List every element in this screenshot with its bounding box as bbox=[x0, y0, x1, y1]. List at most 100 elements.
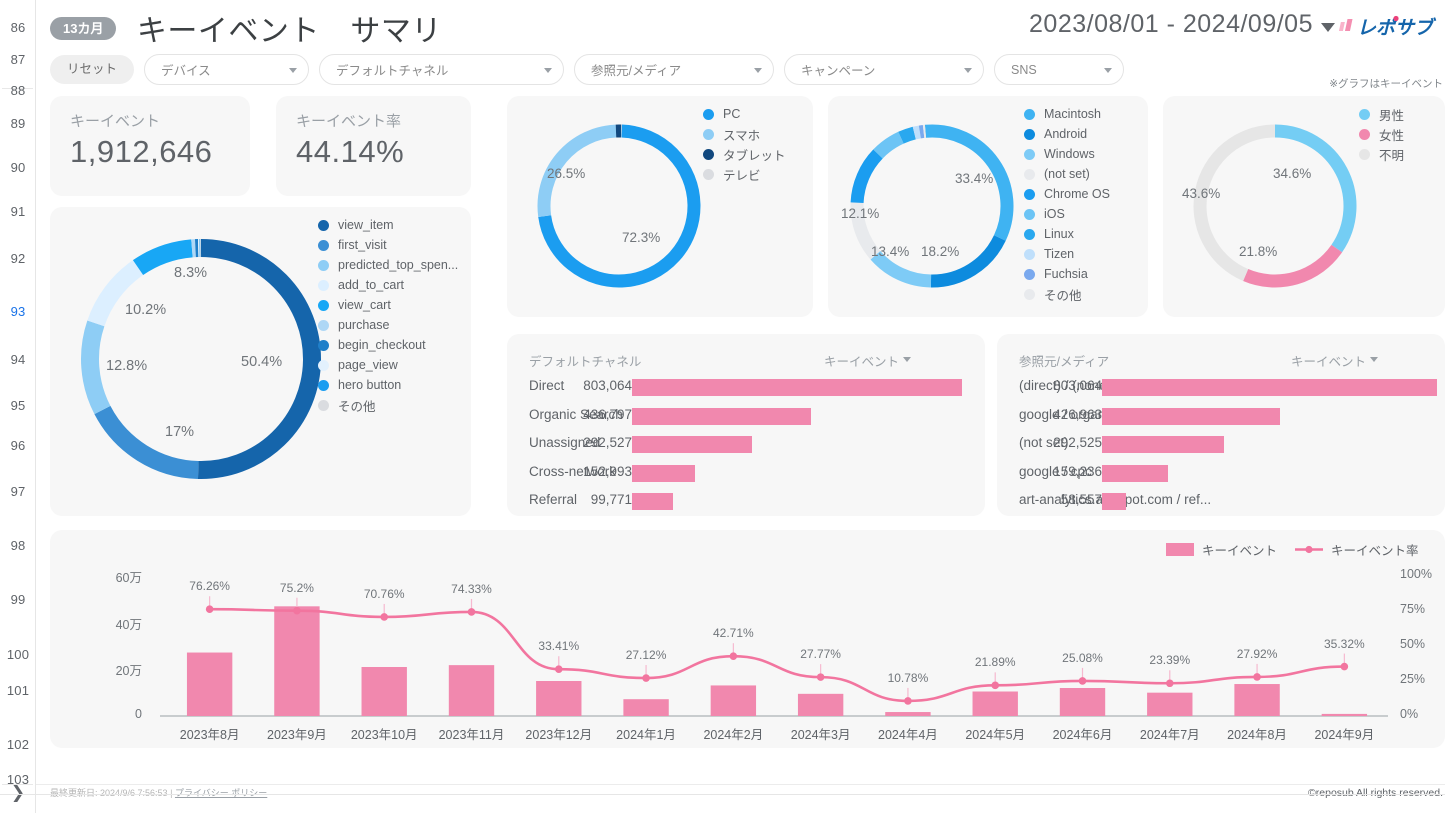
filter-bar: リセット デバイス デフォルトチャネル 参照元/メディア キャンペーン SNS bbox=[50, 54, 1124, 85]
row-number-label: 86 bbox=[11, 20, 26, 35]
line-data-point[interactable] bbox=[206, 605, 214, 613]
filter-source-medium[interactable]: 参照元/メディア bbox=[574, 54, 774, 85]
chart-bar[interactable] bbox=[1234, 684, 1279, 716]
row-number[interactable]: 91 bbox=[0, 204, 36, 219]
chart-bar[interactable] bbox=[973, 692, 1018, 717]
donut-slice[interactable] bbox=[901, 133, 914, 138]
donut-slice[interactable] bbox=[90, 323, 102, 410]
table-column-metric[interactable]: キーイベント bbox=[824, 351, 899, 370]
row-number[interactable]: 98 bbox=[0, 538, 36, 553]
legend-item[interactable]: その他 bbox=[1024, 284, 1110, 304]
chart-bar[interactable] bbox=[362, 667, 407, 716]
chart-bar[interactable] bbox=[536, 681, 581, 716]
legend-item[interactable]: page_view bbox=[318, 355, 458, 375]
legend-item[interactable]: Android bbox=[1024, 124, 1110, 144]
row-number[interactable]: 94 bbox=[0, 352, 36, 367]
donut-slice[interactable] bbox=[1275, 131, 1350, 249]
row-number[interactable]: 102 bbox=[0, 737, 36, 752]
os-legend: MacintoshAndroidWindows(not set)Chrome O… bbox=[1024, 104, 1110, 304]
chart-bar[interactable] bbox=[1147, 693, 1192, 716]
legend-item[interactable]: view_cart bbox=[318, 295, 458, 315]
legend-item[interactable]: predicted_top_spen... bbox=[318, 255, 458, 275]
device-donut[interactable] bbox=[529, 114, 709, 299]
date-range-selector[interactable]: 2023/08/01 - 2024/09/05 bbox=[1029, 10, 1313, 39]
row-number[interactable]: 95 bbox=[0, 398, 36, 413]
chevron-right-icon[interactable]: ❯ bbox=[0, 783, 36, 803]
filter-sns[interactable]: SNS bbox=[994, 54, 1124, 85]
line-data-point[interactable] bbox=[904, 697, 912, 705]
legend-item[interactable]: タブレット bbox=[703, 144, 786, 164]
row-number[interactable]: 96 bbox=[0, 438, 36, 453]
legend-item[interactable]: begin_checkout bbox=[318, 335, 458, 355]
line-data-point[interactable] bbox=[1166, 679, 1174, 687]
legend-item[interactable]: スマホ bbox=[703, 124, 786, 144]
legend-item[interactable]: テレビ bbox=[703, 164, 786, 184]
line-data-point[interactable] bbox=[555, 665, 563, 673]
line-data-point[interactable] bbox=[1341, 663, 1349, 671]
line-data-point[interactable] bbox=[1253, 673, 1261, 681]
legend-item[interactable]: hero button bbox=[318, 375, 458, 395]
legend-item[interactable]: first_visit bbox=[318, 235, 458, 255]
chevron-down-icon[interactable] bbox=[1321, 23, 1335, 32]
legend-item[interactable]: add_to_cart bbox=[318, 275, 458, 295]
legend-item[interactable]: (not set) bbox=[1024, 164, 1110, 184]
chart-bar[interactable] bbox=[885, 712, 930, 716]
legend-item[interactable]: Chrome OS bbox=[1024, 184, 1110, 204]
chart-bar[interactable] bbox=[449, 665, 494, 716]
gender-donut[interactable] bbox=[1185, 114, 1365, 299]
legend-item[interactable]: 男性 bbox=[1359, 104, 1404, 124]
filter-device[interactable]: デバイス bbox=[144, 54, 309, 85]
donut-slice[interactable] bbox=[920, 131, 924, 132]
row-number[interactable]: 100 bbox=[0, 647, 36, 662]
legend-item[interactable]: Fuchsia bbox=[1024, 264, 1110, 284]
reset-button[interactable]: リセット bbox=[50, 55, 134, 84]
row-number[interactable]: 101 bbox=[0, 683, 36, 698]
row-number[interactable]: 97 bbox=[0, 484, 36, 499]
line-data-point[interactable] bbox=[991, 682, 999, 690]
legend-item[interactable]: Tizen bbox=[1024, 244, 1110, 264]
line-data-point[interactable] bbox=[730, 652, 738, 660]
legend-item[interactable]: Linux bbox=[1024, 224, 1110, 244]
chart-bar[interactable] bbox=[798, 694, 843, 716]
row-number[interactable]: 89 bbox=[0, 116, 36, 131]
legend-item[interactable]: purchase bbox=[318, 315, 458, 335]
row-number[interactable]: 90 bbox=[0, 160, 36, 175]
legend-item[interactable]: Macintosh bbox=[1024, 104, 1110, 124]
legend-item[interactable]: 不明 bbox=[1359, 144, 1404, 164]
row-number[interactable]: 86 bbox=[0, 20, 36, 35]
chart-bar[interactable] bbox=[711, 685, 756, 716]
legend-item[interactable]: Windows bbox=[1024, 144, 1110, 164]
legend-item[interactable]: 女性 bbox=[1359, 124, 1404, 144]
row-number[interactable]: 92 bbox=[0, 251, 36, 266]
row-number[interactable]: 99 bbox=[0, 592, 36, 607]
line-data-point[interactable] bbox=[380, 613, 388, 621]
chart-bar[interactable] bbox=[187, 653, 232, 716]
privacy-policy-link[interactable]: プライバシー ポリシー bbox=[175, 788, 267, 798]
legend-item[interactable]: view_item bbox=[318, 215, 458, 235]
row-number[interactable]: 93 bbox=[0, 304, 36, 319]
donut-slice[interactable] bbox=[914, 132, 920, 133]
sort-caret-icon[interactable] bbox=[903, 357, 911, 362]
line-data-label: 27.77% bbox=[771, 647, 871, 661]
line-data-point[interactable] bbox=[817, 673, 825, 681]
legend-item[interactable]: PC bbox=[703, 104, 786, 124]
sort-caret-icon[interactable] bbox=[1370, 357, 1378, 362]
filter-campaign[interactable]: キャンペーン bbox=[784, 54, 984, 85]
chart-bar[interactable] bbox=[1322, 714, 1367, 716]
chart-bar[interactable] bbox=[1060, 688, 1105, 716]
donut-slice[interactable] bbox=[875, 255, 931, 281]
row-number[interactable]: 87 bbox=[0, 52, 36, 67]
donut-slice[interactable] bbox=[857, 154, 878, 203]
line-data-point[interactable] bbox=[468, 608, 476, 616]
chart-bar[interactable] bbox=[623, 699, 668, 716]
line-data-point[interactable] bbox=[1079, 677, 1087, 685]
chart-bar[interactable] bbox=[274, 606, 319, 716]
filter-default-channel[interactable]: デフォルトチャネル bbox=[319, 54, 564, 85]
row-number[interactable]: 88 bbox=[0, 83, 36, 98]
legend-item[interactable]: その他 bbox=[318, 395, 458, 415]
line-data-point[interactable] bbox=[642, 674, 650, 682]
line-data-point[interactable] bbox=[293, 607, 301, 615]
donut-slice[interactable] bbox=[878, 138, 901, 154]
legend-item[interactable]: iOS bbox=[1024, 204, 1110, 224]
table-column-metric[interactable]: キーイベント bbox=[1291, 351, 1366, 370]
